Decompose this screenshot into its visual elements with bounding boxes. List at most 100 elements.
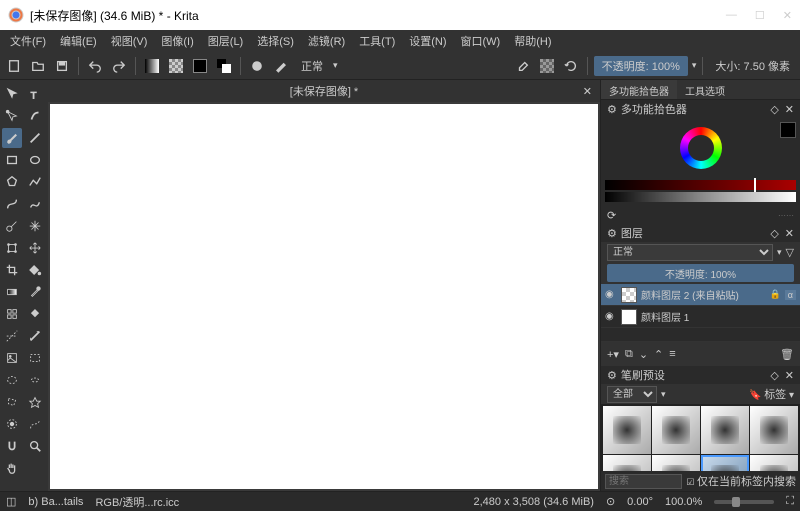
layer-row[interactable]: ◉ 颜料图层 1 [601, 306, 800, 328]
freehand-select-tool[interactable] [25, 370, 45, 390]
fill-tool[interactable] [25, 260, 45, 280]
close-panel-icon[interactable]: ✕ [785, 103, 794, 116]
freehand-path-tool[interactable] [25, 194, 45, 214]
menu-filter[interactable]: 滤镜(R) [302, 31, 351, 51]
brush-size-input[interactable]: 大小: 7.50 像素 [709, 56, 796, 76]
float-icon[interactable]: ◇ [770, 227, 778, 240]
menu-edit[interactable]: 编辑(E) [54, 31, 103, 51]
ellipse-tool[interactable] [25, 150, 45, 170]
status-profile[interactable]: RGB/透明...rc.icc [95, 494, 179, 510]
tab-tool-options[interactable]: 工具选项 [677, 80, 733, 99]
brush-preset[interactable] [701, 406, 749, 454]
save-doc-button[interactable] [52, 56, 72, 76]
visibility-icon[interactable]: ◉ [605, 289, 617, 300]
brush-preset[interactable] [750, 406, 798, 454]
move-layer-tool[interactable] [25, 238, 45, 258]
menu-window[interactable]: 窗口(W) [455, 31, 507, 51]
brush-search-input[interactable] [605, 474, 682, 489]
color-history[interactable] [601, 178, 800, 206]
menu-settings[interactable]: 设置(N) [403, 31, 452, 51]
gear-icon[interactable]: ⚙ [607, 369, 617, 382]
opacity-slider[interactable]: 不透明度: 100% [594, 56, 688, 76]
color-swap-btn[interactable] [214, 56, 234, 76]
selection-mode-icon[interactable]: ◫ [6, 495, 16, 508]
rect-select-tool[interactable] [25, 348, 45, 368]
close-panel-icon[interactable]: ✕ [785, 227, 794, 240]
polygon-tool[interactable] [2, 172, 22, 192]
zoom-tool[interactable] [25, 436, 45, 456]
reload-preset-btn[interactable] [561, 56, 581, 76]
contig-select-tool[interactable] [25, 392, 45, 412]
smart-fill-tool[interactable] [25, 304, 45, 324]
multibrush-tool[interactable] [25, 216, 45, 236]
tab-color-selector[interactable]: 多功能拾色器 [601, 80, 677, 99]
eraser-toggle[interactable] [513, 56, 533, 76]
color-picker-tool[interactable] [25, 282, 45, 302]
edit-shapes-tool[interactable] [2, 106, 22, 126]
poly-select-tool[interactable] [2, 392, 22, 412]
polyline-tool[interactable] [25, 172, 45, 192]
close-button[interactable]: ✕ [783, 9, 792, 22]
zoom-fit-icon[interactable]: ⛶ [786, 495, 794, 508]
brush-tool[interactable] [2, 128, 22, 148]
brush-settings-btn[interactable] [271, 56, 291, 76]
float-icon[interactable]: ◇ [770, 103, 778, 116]
tag-label[interactable]: 🔖 标签 ▾ [749, 386, 794, 402]
brush-preset[interactable] [652, 406, 700, 454]
brush-preset[interactable] [750, 455, 798, 471]
blend-mode-select[interactable]: 正常 [295, 58, 329, 74]
menu-image[interactable]: 图像(I) [155, 31, 199, 51]
measure-tool[interactable] [25, 326, 45, 346]
magnetic-select-tool[interactable] [2, 436, 22, 456]
alpha-icon[interactable]: α [785, 290, 796, 300]
bezier-tool[interactable] [2, 194, 22, 214]
duplicate-layer-button[interactable]: ⧉ [625, 348, 633, 361]
new-doc-button[interactable] [4, 56, 24, 76]
move-down-button[interactable]: ⌄ [639, 348, 648, 361]
layer-props-button[interactable]: ≡ [669, 348, 675, 361]
minimize-button[interactable]: — [726, 9, 737, 22]
tab-close-icon[interactable]: ✕ [583, 85, 592, 98]
gradient-btn[interactable] [142, 56, 162, 76]
menu-tools[interactable]: 工具(T) [353, 31, 401, 51]
bezier-select-tool[interactable] [25, 414, 45, 434]
lock-icon[interactable]: 🔒 [770, 289, 781, 300]
search-in-tag-checkbox[interactable]: ☑ 仅在当前标签内搜索 [686, 473, 796, 489]
text-tool[interactable]: T [25, 84, 45, 104]
brush-preset[interactable] [603, 406, 651, 454]
layer-row[interactable]: ◉ 颜料图层 2 (来自粘贴) 🔒 α [601, 284, 800, 306]
dynamic-brush-tool[interactable] [2, 216, 22, 236]
ellipse-select-tool[interactable] [2, 370, 22, 390]
open-doc-button[interactable] [28, 56, 48, 76]
pan-tool[interactable] [2, 458, 22, 478]
rect-tool[interactable] [2, 150, 22, 170]
transform-tool[interactable] [2, 238, 22, 258]
maximize-button[interactable]: ☐ [755, 9, 765, 22]
document-tab[interactable]: [未保存图像] * ✕ [48, 80, 600, 102]
zoom-slider[interactable] [714, 500, 774, 504]
brush-preset[interactable] [652, 455, 700, 471]
visibility-icon[interactable]: ◉ [605, 311, 617, 322]
add-layer-button[interactable]: +▾ [607, 348, 619, 361]
layer-opacity-slider[interactable]: 不透明度: 100% [607, 264, 794, 282]
undo-button[interactable] [85, 56, 105, 76]
rotation-reset-icon[interactable]: ⊙ [606, 495, 615, 508]
brush-preset[interactable] [701, 455, 749, 471]
line-tool[interactable] [25, 128, 45, 148]
menu-select[interactable]: 选择(S) [251, 31, 300, 51]
alpha-lock-btn[interactable] [537, 56, 557, 76]
gear-icon[interactable]: ⚙ [607, 227, 617, 240]
reference-tool[interactable] [2, 348, 22, 368]
gear-icon[interactable]: ⚙ [607, 103, 617, 116]
delete-layer-button[interactable]: 🗑 [780, 348, 794, 361]
pattern-edit-tool[interactable] [2, 304, 22, 324]
status-zoom[interactable]: 100.0% [665, 496, 702, 508]
menu-help[interactable]: 帮助(H) [508, 31, 557, 51]
color-swatch[interactable] [780, 122, 796, 138]
color-fg-btn[interactable] [190, 56, 210, 76]
brush-preset-btn[interactable] [247, 56, 267, 76]
reload-icon[interactable]: ⟳ [607, 209, 616, 222]
color-wheel[interactable] [601, 118, 800, 178]
assistant-tool[interactable] [2, 326, 22, 346]
menu-layer[interactable]: 图层(L) [202, 31, 249, 51]
